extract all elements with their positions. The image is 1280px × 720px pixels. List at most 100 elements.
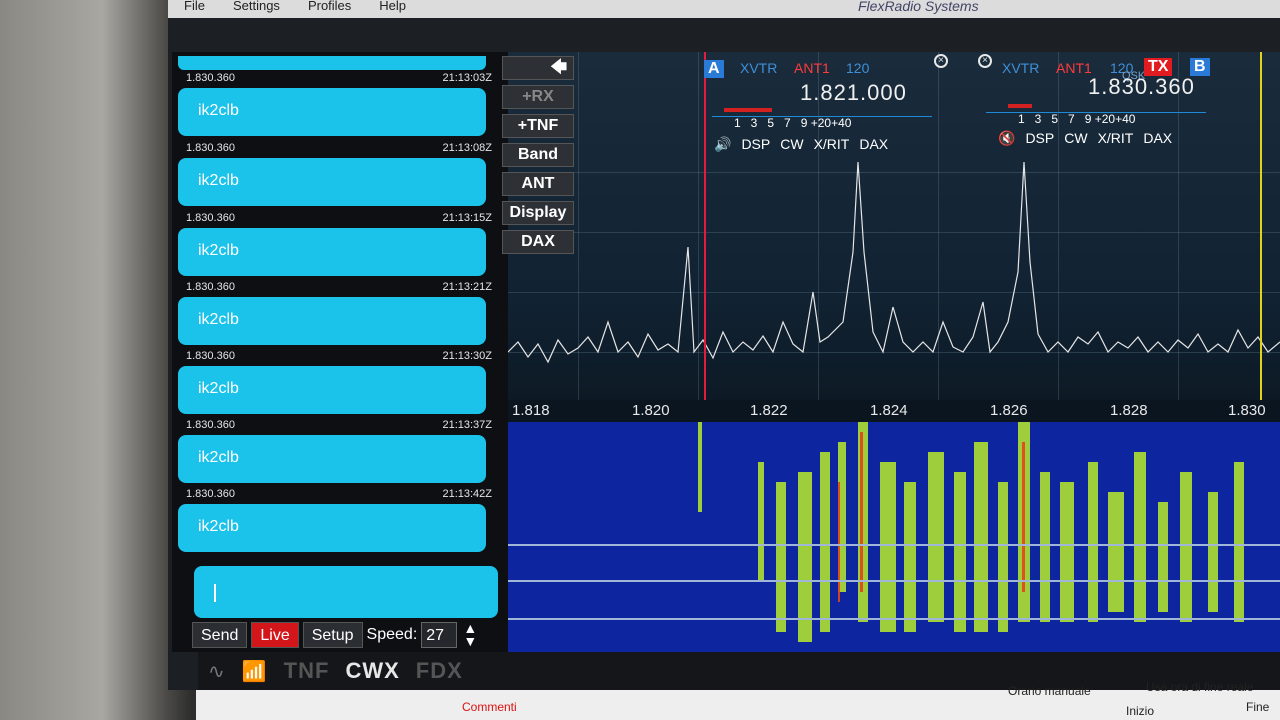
message-freq: 1.830.360 xyxy=(186,488,235,500)
waterfall-divider xyxy=(508,618,1280,620)
cwx-toggle[interactable]: CWX xyxy=(345,658,399,684)
menu-file[interactable]: File xyxy=(184,0,205,18)
message-time: 21:13:08Z xyxy=(442,142,492,154)
slice-a-filter[interactable]: 120 xyxy=(846,60,869,76)
cwx-message[interactable]: ik2clb xyxy=(178,228,486,276)
slice-b-frequency[interactable]: 1.830.360 xyxy=(1088,74,1195,100)
cwx-message[interactable]: ik2clb xyxy=(178,366,486,414)
message-freq: 1.830.360 xyxy=(186,419,235,431)
commenti-label: Commenti xyxy=(462,700,517,714)
smartsdr-window: File Settings Profiles Help FlexRadio Sy… xyxy=(168,0,1280,690)
speed-input[interactable]: 27 xyxy=(421,622,458,648)
band-button[interactable]: Band xyxy=(502,143,574,167)
message-meta: 1.830.360 21:13:15Z xyxy=(186,212,492,226)
usa-ora-checkbox-label[interactable]: Usa ora di fine reale xyxy=(1146,680,1253,694)
freq-tick: 1.826 xyxy=(990,402,1028,419)
message-text: ik2clb xyxy=(198,311,239,328)
slice-b-xvtr[interactable]: XVTR xyxy=(1002,60,1039,76)
speaker-icon[interactable]: 🔊 xyxy=(714,136,731,156)
slice-b-flag: × XVTR ANT1 120 QSK TX B 1.830.360 1 3 5… xyxy=(978,54,1278,146)
message-freq: 1.830.360 xyxy=(186,72,235,84)
freq-tick: 1.830 xyxy=(1228,402,1266,419)
slice-b-footer: 🔇 DSP CW X/RIT DAX xyxy=(998,130,1172,150)
slice-a-flag: A XVTR ANT1 120 × 1.821.000 1 3 5 7 9 +2… xyxy=(704,54,1004,152)
fdx-toggle[interactable]: FDX xyxy=(416,658,463,684)
waveform-icon[interactable]: ∿ xyxy=(208,659,226,684)
message-meta: 1.830.360 21:13:08Z xyxy=(186,142,492,156)
text-caret xyxy=(214,584,216,602)
slice-b-cw[interactable]: CW xyxy=(1064,130,1087,150)
antenna-icon[interactable]: 📶 xyxy=(242,659,268,684)
menu-profiles[interactable]: Profiles xyxy=(308,0,351,18)
background-window: Commenti Orario manuale Usa ora di fine … xyxy=(196,680,1280,720)
message-text: ik2clb xyxy=(198,102,239,119)
menu-help[interactable]: Help xyxy=(379,0,406,18)
message-time: 21:13:03Z xyxy=(442,72,492,84)
slice-a-cursor[interactable] xyxy=(704,52,706,400)
message-time: 21:13:30Z xyxy=(442,350,492,362)
slice-a-xvtr[interactable]: XVTR xyxy=(740,60,777,76)
cwx-message[interactable]: ik2clb xyxy=(178,504,486,552)
slice-a-footer: 🔊 DSP CW X/RIT DAX xyxy=(714,136,888,156)
add-tnf-button[interactable]: +TNF xyxy=(502,114,574,138)
message-text: ik2clb xyxy=(198,449,239,466)
slice-a-meter xyxy=(724,108,772,112)
dax-button[interactable]: DAX xyxy=(502,230,574,254)
menu-settings[interactable]: Settings xyxy=(233,0,280,18)
send-button[interactable]: Send xyxy=(192,622,248,648)
slice-b-meter xyxy=(1008,104,1032,108)
waterfall-divider xyxy=(508,580,1280,582)
message-time: 21:13:21Z xyxy=(442,281,492,293)
message-meta: 1.830.360 21:13:03Z xyxy=(186,72,492,86)
slice-a-cw[interactable]: CW xyxy=(780,136,803,156)
freq-tick: 1.820 xyxy=(632,402,670,419)
slice-b-dax[interactable]: DAX xyxy=(1143,130,1172,150)
collapse-arrow-icon[interactable]: 🡄 xyxy=(502,56,574,80)
cwx-message[interactable]: ik2clb xyxy=(178,88,486,136)
slice-b-dsp[interactable]: DSP xyxy=(1025,130,1054,150)
slice-a-antenna[interactable]: ANT1 xyxy=(794,60,830,76)
slice-a-dsp[interactable]: DSP xyxy=(741,136,770,156)
message-text: ik2clb xyxy=(198,172,239,189)
display-button[interactable]: Display xyxy=(502,201,574,225)
cwx-text-entry[interactable] xyxy=(194,566,498,618)
slice-b-xrit[interactable]: X/RIT xyxy=(1098,130,1134,150)
live-button[interactable]: Live xyxy=(251,622,299,648)
message-freq: 1.830.360 xyxy=(186,142,235,154)
orario-checkbox-label[interactable]: Orario manuale xyxy=(1008,684,1091,698)
status-bar: ∿ 📶 TNF CWX FDX xyxy=(198,652,1280,690)
slice-a-frequency[interactable]: 1.821.000 xyxy=(800,80,907,106)
waterfall-divider xyxy=(508,544,1280,546)
slice-b-cursor[interactable] xyxy=(1260,52,1262,400)
slice-b-antenna[interactable]: ANT1 xyxy=(1056,60,1092,76)
panadapter[interactable]: A XVTR ANT1 120 × 1.821.000 1 3 5 7 9 +2… xyxy=(508,52,1280,652)
message-time: 21:13:37Z xyxy=(442,419,492,431)
spectrum-display[interactable]: A XVTR ANT1 120 × 1.821.000 1 3 5 7 9 +2… xyxy=(508,52,1280,400)
setup-button[interactable]: Setup xyxy=(302,622,363,648)
slice-a-dax[interactable]: DAX xyxy=(859,136,888,156)
message-time: 21:13:15Z xyxy=(442,212,492,224)
cwx-message[interactable]: ik2clb xyxy=(178,435,486,483)
message-meta: 1.830.360 21:13:21Z xyxy=(186,281,492,295)
slice-a-letter[interactable]: A xyxy=(704,60,724,78)
message-text: ik2clb xyxy=(198,242,239,259)
speed-label: Speed: xyxy=(366,626,418,643)
add-rx-button[interactable]: +RX xyxy=(502,85,574,109)
freq-tick: 1.818 xyxy=(512,402,550,419)
slice-b-close-icon[interactable]: × xyxy=(978,54,992,68)
slice-a-close-icon[interactable]: × xyxy=(934,54,948,68)
menu-bar: File Settings Profiles Help FlexRadio Sy… xyxy=(168,0,1280,18)
slice-a-xrit[interactable]: X/RIT xyxy=(814,136,850,156)
message-text: ik2clb xyxy=(198,518,239,535)
cwx-message[interactable]: ik2clb xyxy=(178,297,486,345)
message-freq: 1.830.360 xyxy=(186,350,235,362)
cwx-message[interactable]: ik2clb xyxy=(178,158,486,206)
speaker-muted-icon[interactable]: 🔇 xyxy=(998,130,1015,150)
message-meta: 1.830.360 21:13:30Z xyxy=(186,350,492,364)
tnf-toggle[interactable]: TNF xyxy=(284,658,330,684)
speed-spinner[interactable]: ▲ ▼ xyxy=(461,621,479,648)
waterfall-display[interactable] xyxy=(508,422,1280,652)
ant-button[interactable]: ANT xyxy=(502,172,574,196)
frequency-scale[interactable]: 1.818 1.820 1.822 1.824 1.826 1.828 1.83… xyxy=(508,400,1280,422)
message-text: ik2clb xyxy=(198,380,239,397)
